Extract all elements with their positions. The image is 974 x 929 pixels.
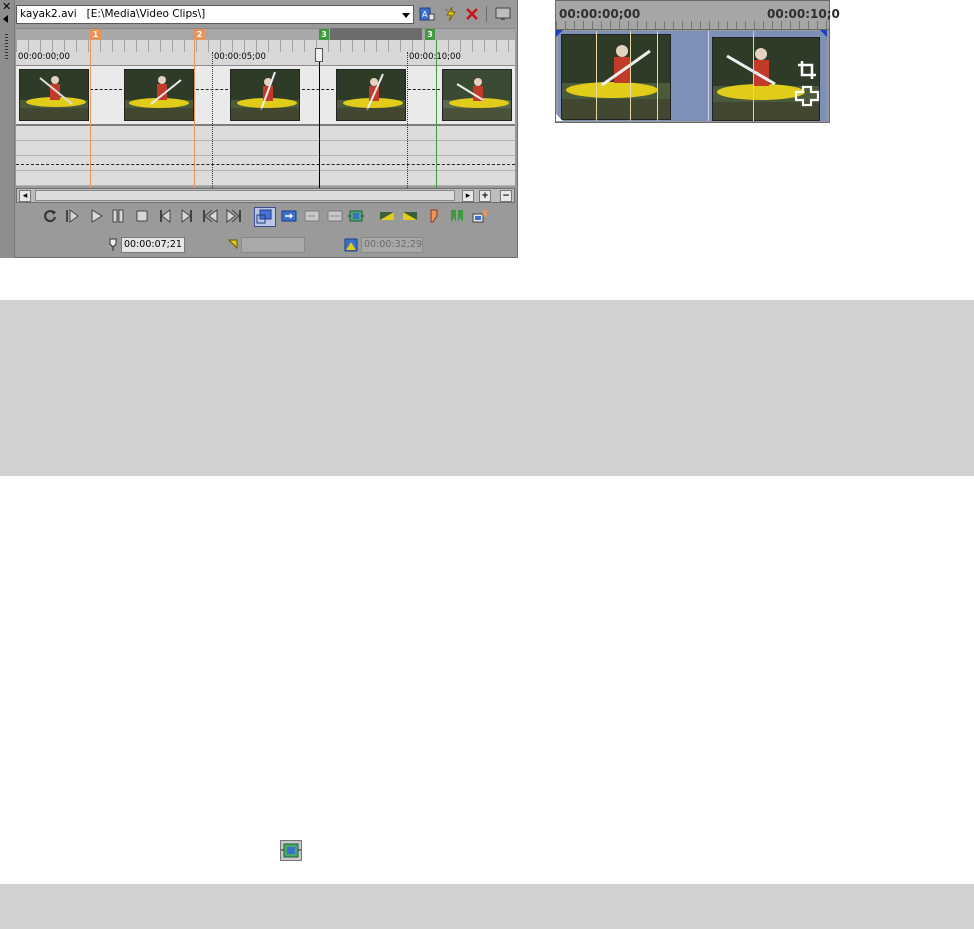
grid-line (212, 52, 213, 188)
zoom-out-icon[interactable]: − (500, 190, 512, 202)
preview-ruler-label: 00:00:00;00 (559, 7, 641, 21)
trim-frame-icon (280, 840, 302, 861)
play-from-start-icon[interactable] (64, 208, 80, 224)
svg-text:A: A (422, 10, 428, 19)
region-start-flag[interactable]: 3 (319, 29, 329, 40)
preview-frame (561, 34, 671, 120)
zoom-in-icon[interactable]: + (479, 190, 491, 202)
region-band[interactable] (330, 28, 422, 40)
insert-icon[interactable] (304, 208, 320, 224)
marker-line (194, 40, 195, 188)
preview-guide-line (630, 31, 631, 121)
snapshot-icon[interactable] (472, 208, 488, 224)
add-to-project-icon[interactable]: A (419, 6, 435, 22)
trimmed-clip-preview: 00:00:00;00 00:00:10;0 (555, 0, 840, 123)
selection-length-icon (344, 238, 358, 252)
marker-line (90, 40, 91, 188)
playhead-handle[interactable] (315, 48, 323, 62)
auto-ripple-icon[interactable] (443, 6, 459, 22)
content-band (0, 300, 974, 476)
monitor-icon[interactable] (495, 6, 511, 22)
preview-guide-line (657, 31, 658, 121)
selection-length-timecode[interactable]: 00:00:32;29 (361, 237, 423, 253)
horizontal-scrollbar[interactable]: ◂ ▸ + − (16, 188, 515, 203)
file-name: kayak2.avi (20, 8, 77, 20)
region-icon[interactable] (449, 208, 465, 224)
fade-in-icon[interactable] (379, 208, 395, 224)
loop-icon[interactable] (42, 208, 58, 224)
toolbar-divider (486, 6, 487, 22)
step-back-icon[interactable] (202, 208, 218, 224)
marker-flag[interactable]: 2 (194, 29, 205, 40)
video-thumbnail (336, 69, 406, 121)
previous-frame-icon[interactable] (157, 208, 173, 224)
selection-start-icon (228, 239, 238, 249)
trimmer-window: ✕ kayak2.avi [E:\Media\Video Clips\] A 1… (0, 0, 518, 258)
delete-icon[interactable] (464, 6, 480, 22)
trim-frame-icon[interactable] (348, 208, 364, 224)
video-thumbnail (124, 69, 194, 121)
marker-icon[interactable] (426, 208, 442, 224)
preview-ruler-ticks (556, 21, 829, 29)
collapse-arrow-icon[interactable] (3, 15, 8, 23)
drag-grip-icon[interactable] (5, 34, 8, 60)
preview-guide-line (753, 31, 754, 121)
play-icon[interactable] (88, 208, 104, 224)
region-end-line (436, 40, 437, 188)
select-mode-button[interactable] (254, 207, 276, 227)
fade-out-icon[interactable] (402, 208, 418, 224)
ruler-label: 00:00:10;00 (409, 52, 461, 62)
pause-icon[interactable] (110, 208, 126, 224)
add-to-timeline-icon[interactable] (281, 208, 297, 224)
next-frame-icon[interactable] (179, 208, 195, 224)
ruler-label: 00:00:00;00 (18, 52, 70, 62)
cursor-position-icon (109, 238, 117, 251)
video-thumbnail (230, 69, 300, 121)
pan-crop-icon[interactable] (794, 85, 820, 107)
scroll-thumb[interactable] (35, 190, 455, 201)
file-path: [E:\Media\Video Clips\] (86, 8, 206, 20)
fade-handle-icon[interactable] (556, 114, 563, 121)
marker-flag[interactable]: 1 (90, 29, 101, 40)
video-thumbnail (19, 69, 89, 121)
preview-ruler: 00:00:00;00 00:00:10;0 (556, 1, 840, 30)
event-end-handle-icon[interactable] (820, 30, 827, 37)
scroll-left-icon[interactable]: ◂ (19, 190, 31, 202)
preview-guide-line (708, 31, 709, 121)
select-mode-icon (256, 209, 272, 224)
chevron-down-icon[interactable] (402, 13, 410, 18)
cursor-timecode[interactable]: 00:00:07;21 (121, 237, 185, 253)
content-band (0, 884, 974, 929)
media-file-dropdown[interactable]: kayak2.avi [E:\Media\Video Clips\] (16, 5, 414, 24)
scroll-right-icon[interactable]: ▸ (462, 190, 474, 202)
ruler-label: 00:00:05;00 (214, 52, 266, 62)
stop-icon[interactable] (134, 208, 150, 224)
event-start-handle-icon[interactable] (556, 30, 563, 37)
region-end-flag[interactable]: 3 (425, 29, 435, 40)
selection-start-timecode[interactable] (241, 237, 305, 253)
step-forward-icon[interactable] (226, 208, 242, 224)
grid-line (407, 52, 408, 188)
close-icon[interactable]: ✕ (2, 1, 11, 12)
video-thumbnail (442, 69, 512, 121)
playhead-line[interactable] (319, 52, 320, 188)
preview-guide-line (596, 31, 597, 121)
preview-ruler-label: 00:00:10;0 (767, 7, 840, 21)
crop-icon[interactable] (796, 59, 818, 81)
dock-strip: ✕ (0, 0, 15, 258)
fit-icon[interactable] (327, 208, 343, 224)
